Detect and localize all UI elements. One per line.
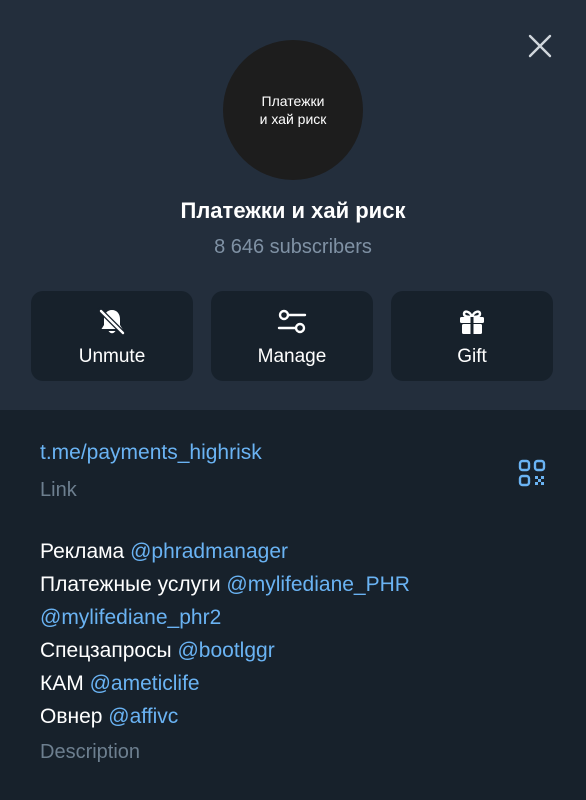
avatar-text: Платежки и хай риск xyxy=(259,93,327,127)
channel-title: Платежки и хай риск xyxy=(180,198,406,223)
description-line: Платежные услуги @mylifediane_PHR xyxy=(40,573,410,597)
gift-button[interactable]: Gift xyxy=(391,291,553,381)
channel-avatar: Платежки и хай риск xyxy=(223,40,363,180)
bell-off-icon xyxy=(97,307,127,337)
gift-label: Gift xyxy=(457,346,487,367)
mention-link[interactable]: @bootlggr xyxy=(177,639,274,662)
description-text: Спецзапросы xyxy=(40,639,178,662)
profile-header: Платежки и хай риск Платежки и хай риск … xyxy=(0,0,586,410)
description-line: Овнер @affivc xyxy=(40,705,178,729)
subscriber-count: 8 646 subscribers xyxy=(214,236,372,258)
qr-code-icon xyxy=(518,459,546,487)
close-icon xyxy=(528,34,552,58)
description-text: КАМ xyxy=(40,672,90,695)
unmute-label: Unmute xyxy=(78,346,146,367)
unmute-button[interactable]: Unmute xyxy=(31,291,193,381)
qr-code-button[interactable] xyxy=(517,458,547,488)
mention-link[interactable]: @ameticlife xyxy=(90,672,200,695)
description-text: Платежные услуги xyxy=(40,573,227,596)
mention-link[interactable]: @mylifediane_phr2 xyxy=(40,606,221,629)
close-button[interactable] xyxy=(522,28,558,64)
manage-label: Manage xyxy=(257,346,327,367)
description-caption: Description xyxy=(40,741,141,763)
mention-link[interactable]: @affivc xyxy=(108,705,178,728)
sliders-icon xyxy=(277,309,307,334)
mention-link[interactable]: @mylifediane_PHR xyxy=(226,573,410,596)
gift-icon xyxy=(460,310,484,334)
description-line: Спецзапросы @bootlggr xyxy=(40,639,275,663)
manage-button[interactable]: Manage xyxy=(211,291,373,381)
mention-link[interactable]: @phradmanager xyxy=(130,540,288,563)
description-text: Реклама xyxy=(40,540,131,563)
description-line: КАМ @ameticlife xyxy=(40,672,200,696)
description-text: Овнер xyxy=(40,705,109,728)
channel-link[interactable]: t.me/payments_highrisk xyxy=(40,441,262,465)
description-line: @mylifediane_phr2 xyxy=(40,606,221,630)
description-line: Реклама @phradmanager xyxy=(40,540,288,564)
link-caption: Link xyxy=(40,479,77,501)
